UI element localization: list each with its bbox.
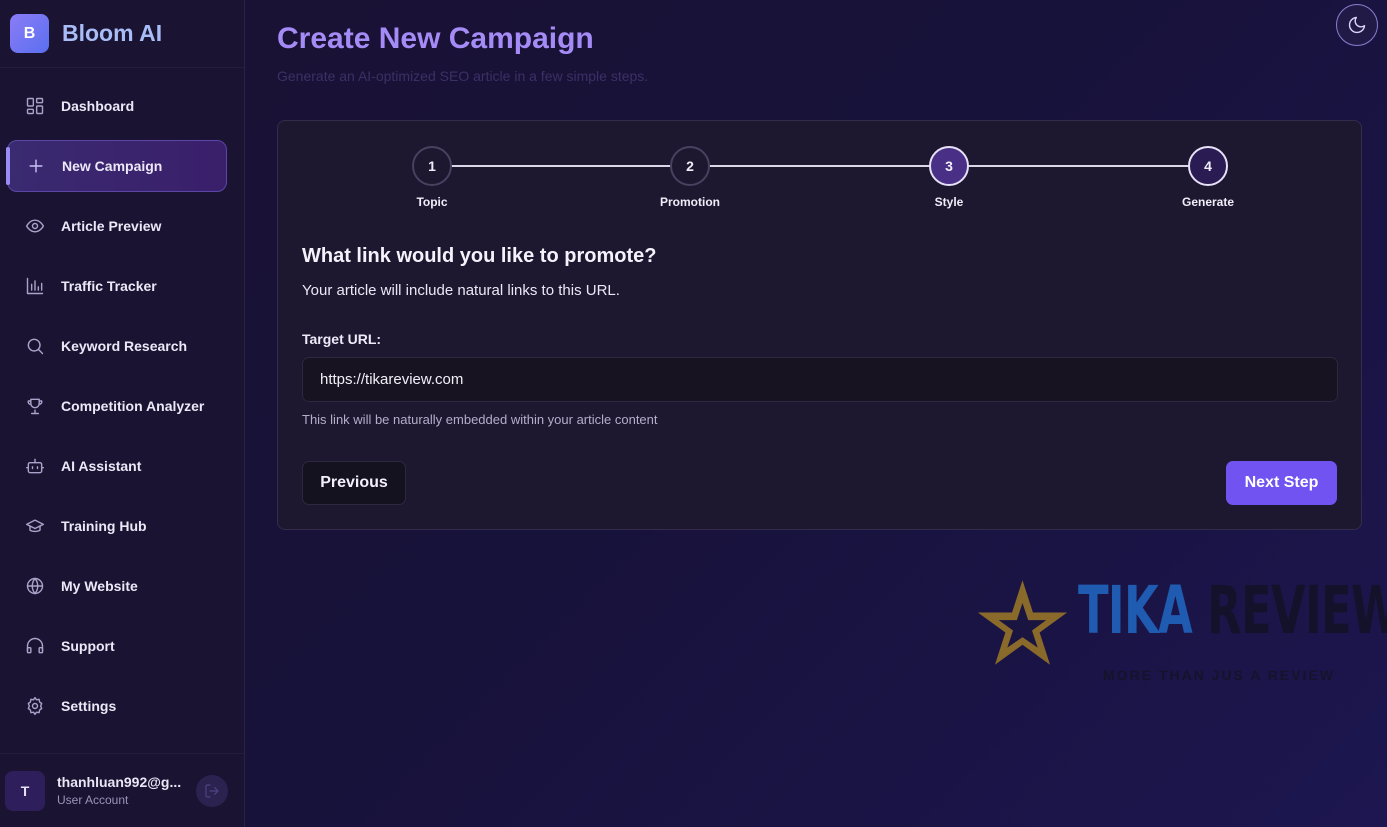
user-info: thanhluan992@g... User Account	[57, 774, 181, 807]
page-title: Create New Campaign	[277, 22, 594, 55]
sidebar-item-label: Training Hub	[61, 518, 147, 534]
target-url-hint: This link will be naturally embedded wit…	[302, 412, 658, 427]
tika-review-watermark: TIKA REVIEW MORE THAN JUS A REVIEW	[975, 572, 1387, 687]
sidebar-item-ai-assistant[interactable]: AI Assistant	[7, 440, 227, 492]
target-url-input[interactable]	[302, 357, 1338, 402]
sidebar-item-label: Keyword Research	[61, 338, 188, 354]
step-label: Generate	[1181, 195, 1235, 209]
step-number: 2	[670, 146, 710, 186]
theme-toggle-button[interactable]	[1336, 4, 1378, 46]
globe-icon	[25, 576, 45, 596]
app-logo: B	[10, 14, 49, 53]
step-number: 4	[1188, 146, 1228, 186]
headphones-icon	[25, 636, 45, 656]
sidebar-item-label: Article Preview	[61, 218, 162, 234]
step-topic[interactable]: 1 Topic	[372, 146, 492, 209]
sidebar-item-support[interactable]: Support	[7, 620, 227, 672]
page-subtitle: Generate an AI-optimized SEO article in …	[277, 68, 649, 84]
sidebar-item-keyword-research[interactable]: Keyword Research	[7, 320, 227, 372]
watermark-word-tika: TIKA	[1078, 572, 1193, 649]
dashboard-icon	[25, 96, 45, 116]
user-panel: T thanhluan992@g... User Account	[0, 753, 244, 827]
star-logo-icon	[977, 580, 1068, 665]
step-label: Style	[934, 195, 964, 209]
step-label: Promotion	[660, 195, 720, 209]
brand[interactable]: B Bloom AI	[0, 0, 244, 68]
step-promotion[interactable]: 2 Promotion	[630, 146, 750, 209]
eye-icon	[25, 216, 45, 236]
previous-button[interactable]: Previous	[302, 461, 406, 505]
sidebar-item-traffic-tracker[interactable]: Traffic Tracker	[7, 260, 227, 312]
campaign-wizard-card: 1 Topic 2 Promotion 3 Style 4 Generate W…	[277, 120, 1362, 530]
user-email: thanhluan992@g...	[57, 774, 182, 790]
sidebar-item-competition-analyzer[interactable]: Competition Analyzer	[7, 380, 227, 432]
step-style[interactable]: 3 Style	[889, 146, 1009, 209]
target-url-label: Target URL:	[302, 331, 382, 347]
sidebar-item-label: Support	[61, 638, 115, 654]
sidebar-nav: Dashboard New Campaign Article Preview T…	[0, 68, 244, 732]
step-number: 1	[412, 146, 452, 186]
sidebar-item-label: Settings	[61, 698, 117, 714]
sidebar: B Bloom AI Dashboard New Campaign Articl…	[0, 0, 245, 827]
sidebar-item-label: AI Assistant	[61, 458, 142, 474]
sidebar-item-article-preview[interactable]: Article Preview	[7, 200, 227, 252]
sidebar-item-dashboard[interactable]: Dashboard	[7, 80, 227, 132]
watermark-word-review: REVIEW	[1207, 572, 1387, 649]
gear-icon	[25, 696, 45, 716]
watermark-wordmark: TIKA REVIEW	[1078, 572, 1387, 649]
trophy-icon	[25, 396, 45, 416]
watermark-tagline: MORE THAN JUS A REVIEW	[1103, 667, 1335, 683]
form-question: What link would you like to promote?	[302, 245, 657, 267]
logout-icon	[204, 783, 220, 799]
bar-chart-icon	[25, 276, 45, 296]
sidebar-item-my-website[interactable]: My Website	[7, 560, 227, 612]
next-step-button[interactable]: Next Step	[1226, 461, 1337, 505]
step-generate[interactable]: 4 Generate	[1148, 146, 1268, 209]
sidebar-item-label: My Website	[61, 578, 138, 594]
app-name: Bloom AI	[62, 20, 163, 46]
avatar[interactable]: T	[5, 770, 45, 811]
sidebar-item-new-campaign[interactable]: New Campaign	[6, 140, 227, 192]
form-description: Your article will include natural links …	[302, 282, 620, 299]
sidebar-item-training-hub[interactable]: Training Hub	[7, 500, 227, 552]
sidebar-item-label: Traffic Tracker	[61, 278, 157, 294]
stepper-line	[432, 165, 1207, 167]
sidebar-item-label: Dashboard	[61, 98, 135, 114]
bot-icon	[25, 456, 45, 476]
step-label: Topic	[416, 195, 448, 209]
logout-button[interactable]	[196, 775, 228, 807]
moon-icon	[1347, 15, 1367, 35]
sidebar-item-label: Competition Analyzer	[61, 398, 205, 414]
sidebar-item-settings[interactable]: Settings	[7, 680, 227, 732]
sidebar-item-label: New Campaign	[62, 158, 163, 174]
search-icon	[25, 336, 45, 356]
graduation-cap-icon	[25, 516, 45, 536]
step-number: 3	[929, 146, 969, 186]
plus-icon	[26, 156, 46, 176]
user-role: User Account	[57, 793, 129, 807]
